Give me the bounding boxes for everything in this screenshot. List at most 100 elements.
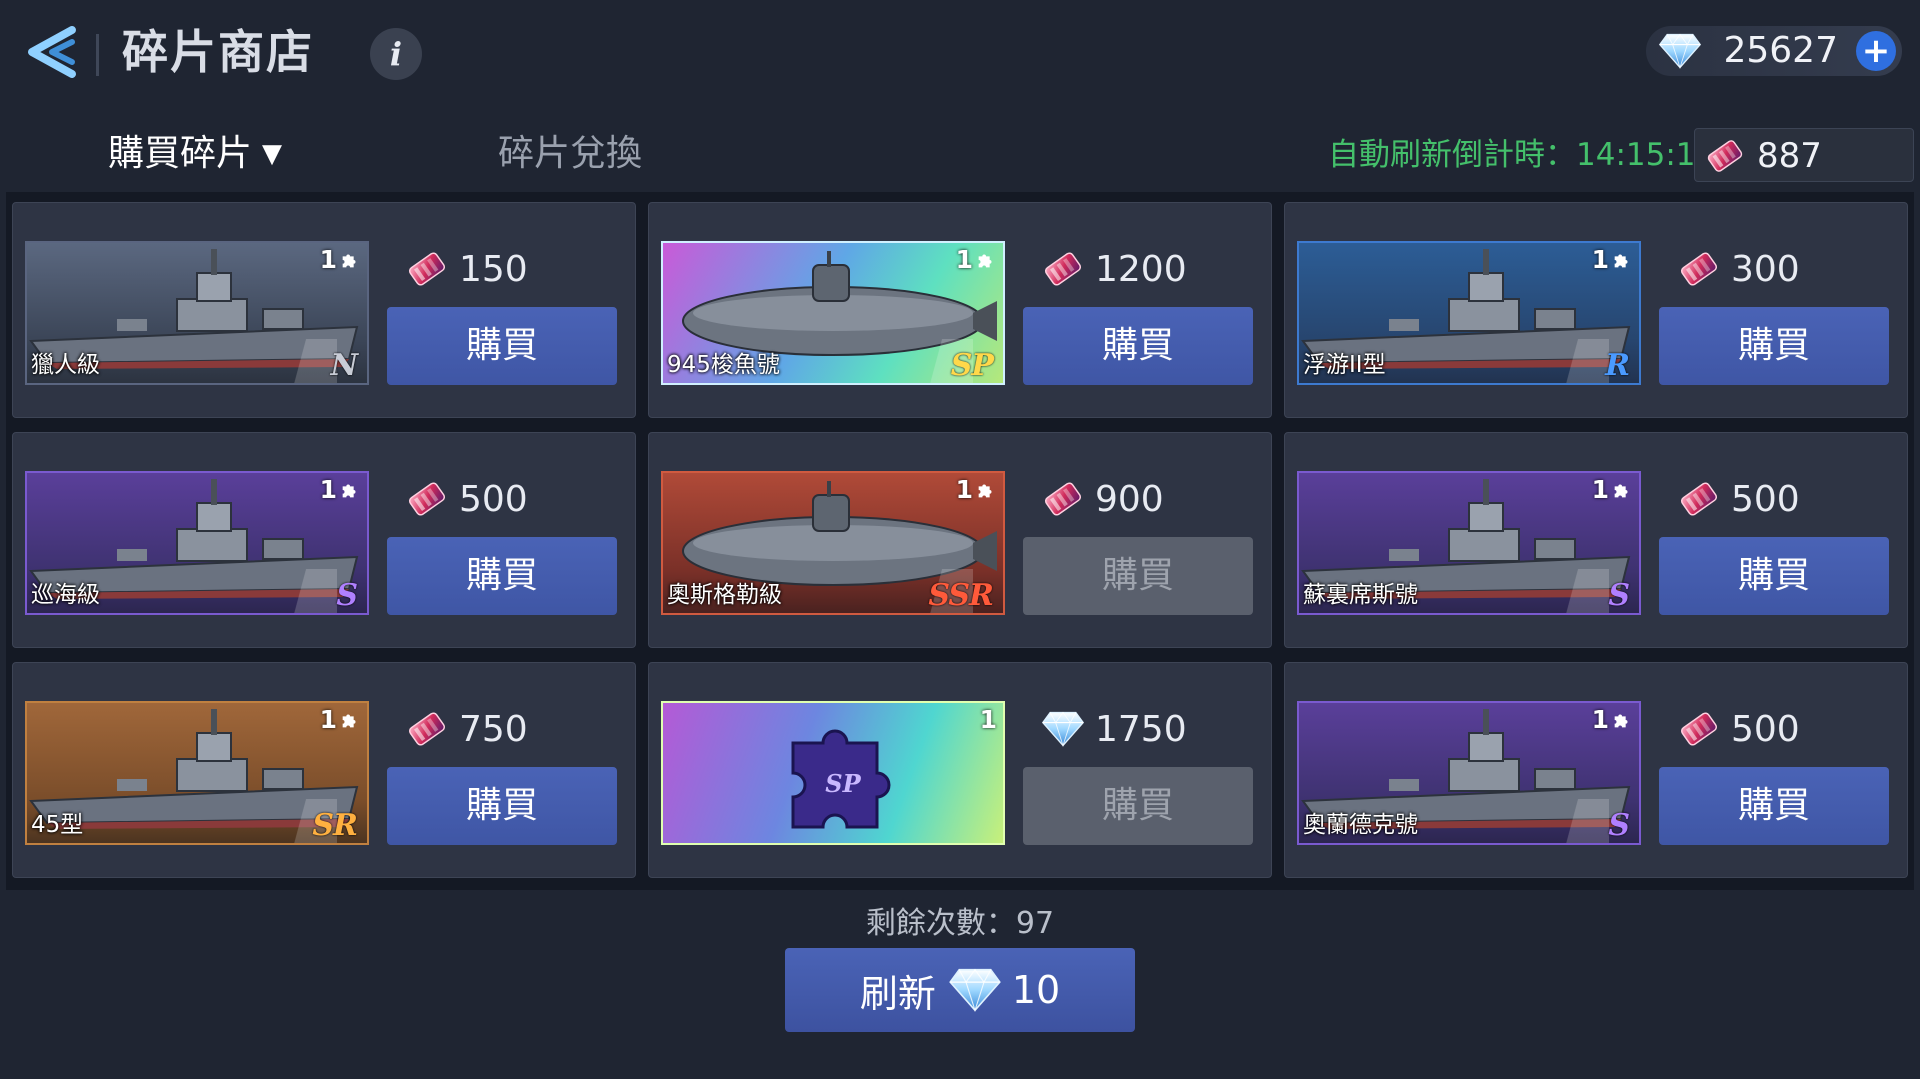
diamond-icon xyxy=(948,967,1002,1013)
item-count: 1 xyxy=(320,705,361,734)
tab-buy-fragments[interactable]: 購買碎片 ▼ xyxy=(108,128,282,180)
price-value: 500 xyxy=(1731,708,1800,750)
ship-name: 945梭魚號 xyxy=(667,352,780,378)
puzzle-piece-icon xyxy=(1611,479,1633,501)
count-value: 1 xyxy=(319,705,337,734)
tab-buy-label: 購買碎片 xyxy=(108,133,253,174)
item-thumbnail[interactable]: 浮游II型 R 1 xyxy=(1297,241,1641,385)
back-button[interactable] xyxy=(18,20,86,84)
item-thumbnail[interactable]: 奧斯格勒級 SSR 1 xyxy=(661,471,1005,615)
fragment-icon xyxy=(405,707,449,751)
item-price: 150 xyxy=(405,243,528,295)
refresh-button[interactable]: 刷新 10 xyxy=(785,948,1135,1032)
price-value: 500 xyxy=(459,478,528,520)
price-value: 900 xyxy=(1095,478,1164,520)
buy-button[interactable]: 購買 xyxy=(1023,767,1253,845)
diamond-icon xyxy=(1041,707,1085,751)
rarity-badge: N xyxy=(330,348,358,383)
add-diamonds-button[interactable]: + xyxy=(1856,31,1896,71)
rarity-badge: SP xyxy=(950,348,994,383)
buy-button[interactable]: 購買 xyxy=(387,307,617,385)
buy-button[interactable]: 購買 xyxy=(1023,307,1253,385)
item-count: 1 xyxy=(320,245,361,274)
item-price: 900 xyxy=(1041,473,1164,525)
item-thumbnail[interactable]: 巡海級 S 1 xyxy=(25,471,369,615)
shop-item-card: SP 1 1750 購買 xyxy=(648,662,1272,878)
fragment-icon xyxy=(405,247,449,291)
item-price: 500 xyxy=(1677,473,1800,525)
fragment-icon xyxy=(405,477,449,521)
price-value: 500 xyxy=(1731,478,1800,520)
ship-name: 巡海級 xyxy=(31,582,100,608)
ship-name: 獵人級 xyxy=(31,352,100,378)
buy-button[interactable]: 購買 xyxy=(387,537,617,615)
buy-button[interactable]: 購買 xyxy=(1659,767,1889,845)
item-thumbnail[interactable]: 蘇裏席斯號 S 1 xyxy=(1297,471,1641,615)
item-price: 750 xyxy=(405,703,528,755)
refresh-cost: 10 xyxy=(1011,968,1061,1012)
item-thumbnail[interactable]: 45型 SR 1 xyxy=(25,701,369,845)
rarity-stripe xyxy=(1549,799,1609,843)
rarity-badge: S xyxy=(1608,578,1630,613)
shop-item-card: 蘇裏席斯號 S 1 500 購買 xyxy=(1284,432,1908,648)
piece-label: SP xyxy=(825,769,861,798)
fragment-icon xyxy=(1041,477,1085,521)
rarity-badge: SR xyxy=(312,808,358,843)
item-price: 500 xyxy=(405,473,528,525)
count-value: 1 xyxy=(955,245,973,274)
ship-name: 奧斯格勒級 xyxy=(667,582,782,608)
price-value: 1200 xyxy=(1095,248,1187,290)
buy-button[interactable]: 購買 xyxy=(387,767,617,845)
puzzle-piece-icon xyxy=(1611,249,1633,271)
rarity-stripe xyxy=(277,339,337,383)
item-count: 1 xyxy=(1592,245,1633,274)
fragment-icon xyxy=(1677,707,1721,751)
count-value: 1 xyxy=(319,475,337,504)
item-count: 1 xyxy=(956,475,997,504)
rarity-badge: R xyxy=(1605,348,1630,383)
buy-button[interactable]: 購買 xyxy=(1659,537,1889,615)
diamond-balance: 25627 + xyxy=(1646,26,1902,76)
ship-name: 奧蘭德克號 xyxy=(1303,812,1418,838)
rarity-badge: S xyxy=(1608,808,1630,843)
shop-item-card: 浮游II型 R 1 300 購買 xyxy=(1284,202,1908,418)
item-thumbnail[interactable]: SP 1 xyxy=(661,701,1005,845)
shop-item-card: 945梭魚號 SP 1 1200 購買 xyxy=(648,202,1272,418)
price-value: 1750 xyxy=(1095,708,1187,750)
fragment-icon xyxy=(1041,247,1085,291)
item-thumbnail[interactable]: 獵人級 N 1 xyxy=(25,241,369,385)
puzzle-piece-icon xyxy=(339,249,361,271)
ship-name: 浮游II型 xyxy=(1303,352,1386,378)
fragment-icon xyxy=(1677,477,1721,521)
item-price: 500 xyxy=(1677,703,1800,755)
fragment-icon xyxy=(1703,135,1747,177)
item-price: 1200 xyxy=(1041,243,1187,295)
item-thumbnail[interactable]: 奧蘭德克號 S 1 xyxy=(1297,701,1641,845)
item-count: 1 xyxy=(980,705,997,734)
price-value: 300 xyxy=(1731,248,1800,290)
puzzle-piece-icon xyxy=(339,479,361,501)
buy-button[interactable]: 購買 xyxy=(1659,307,1889,385)
item-count: 1 xyxy=(956,245,997,274)
ship-name: 蘇裏席斯號 xyxy=(1303,582,1418,608)
item-thumbnail[interactable]: 945梭魚號 SP 1 xyxy=(661,241,1005,385)
fragment-count: 887 xyxy=(1757,136,1822,176)
shop-item-card: 奧蘭德克號 S 1 500 購買 xyxy=(1284,662,1908,878)
auto-refresh-timer: 自動刷新倒計時：14:15:10 xyxy=(1328,137,1716,173)
fragment-balance: 887 xyxy=(1694,128,1914,182)
puzzle-piece-icon xyxy=(339,709,361,731)
diamond-count: 25627 xyxy=(1723,30,1838,71)
count-value: 1 xyxy=(1591,705,1609,734)
tab-fragment-exchange[interactable]: 碎片兌換 xyxy=(498,128,642,180)
count-value: 1 xyxy=(319,245,337,274)
diamond-icon xyxy=(1658,32,1702,70)
rarity-stripe xyxy=(1549,339,1609,383)
caret-down-icon: ▼ xyxy=(262,139,283,169)
puzzle-piece-icon xyxy=(975,479,997,501)
page-title: 碎片商店 xyxy=(122,25,314,79)
shop-item-card: 獵人級 N 1 150 購買 xyxy=(12,202,636,418)
info-button[interactable]: i xyxy=(370,28,422,80)
refresh-label: 刷新 xyxy=(859,971,936,1016)
buy-button[interactable]: 購買 xyxy=(1023,537,1253,615)
shop-item-card: 45型 SR 1 750 購買 xyxy=(12,662,636,878)
